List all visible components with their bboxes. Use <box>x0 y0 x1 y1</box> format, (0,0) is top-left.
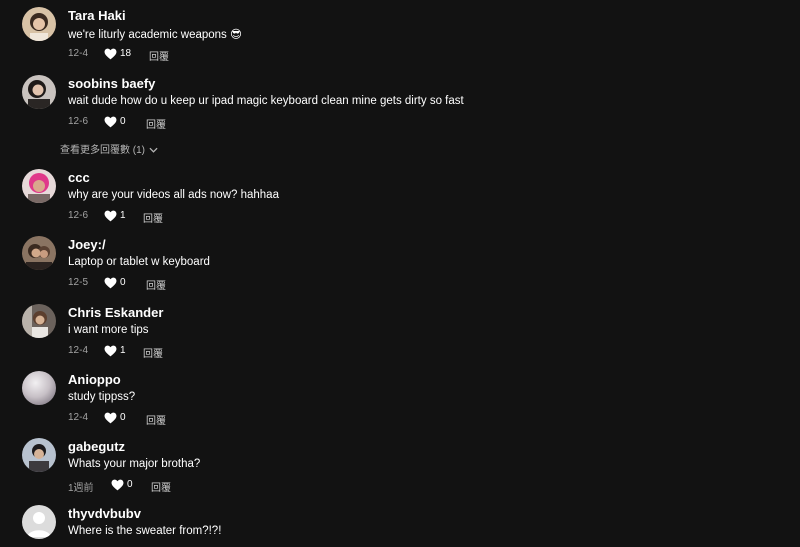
comment-date: 12-4 <box>68 412 89 423</box>
like-count: 0 <box>127 479 133 490</box>
avatar[interactable] <box>22 75 56 109</box>
heart-outline-icon <box>104 210 117 222</box>
avatar[interactable] <box>22 236 56 270</box>
comment-username[interactable]: soobins baefy <box>68 76 155 91</box>
comment-item: gabegutz Whats your major brotha? 1週前 0 … <box>0 438 800 498</box>
comment-text: Where is the sweater from?!?! <box>68 525 222 537</box>
avatar[interactable] <box>22 438 56 472</box>
comment-date: 12-4 <box>68 345 89 356</box>
heart-outline-icon <box>104 48 117 60</box>
avatar[interactable] <box>22 505 56 539</box>
heart-outline-icon <box>104 277 117 289</box>
view-more-replies-label: 查看更多回覆數 (1) <box>60 145 145 156</box>
like-count: 0 <box>120 116 126 127</box>
comment-text: study tippss? <box>68 391 136 403</box>
reply-button[interactable]: 回覆 <box>143 210 163 225</box>
reply-button[interactable]: 回覆 <box>146 116 166 131</box>
heart-outline-icon <box>104 412 117 424</box>
like-count: 0 <box>120 412 126 423</box>
view-more-replies-button[interactable]: 查看更多回覆數 (1) <box>60 141 158 156</box>
comment-item: soobins baefy wait dude how do u keep ur… <box>0 75 800 135</box>
comment-item: Chris Eskander i want more tips 12-4 1 回… <box>0 304 800 364</box>
comment-username[interactable]: Tara Haki <box>68 8 126 23</box>
comment-username[interactable]: Anioppo <box>68 372 121 387</box>
reply-button[interactable]: 回覆 <box>151 479 171 494</box>
avatar[interactable] <box>22 304 56 338</box>
comment-text: Whats your major brotha? <box>68 458 201 470</box>
avatar[interactable] <box>22 169 56 203</box>
chevron-down-icon <box>149 148 158 154</box>
comment-username[interactable]: thyvdvbubv <box>68 506 141 521</box>
comment-text: Laptop or tablet w keyboard <box>68 256 210 268</box>
reply-button[interactable]: 回覆 <box>146 412 166 427</box>
reply-button[interactable]: 回覆 <box>146 277 166 292</box>
comment-username[interactable]: ccc <box>68 170 90 185</box>
comment-username[interactable]: Joey:/ <box>68 237 106 252</box>
avatar[interactable] <box>22 7 56 41</box>
like-count: 1 <box>120 345 126 356</box>
comment-item: thyvdvbubv Where is the sweater from?!?! <box>0 505 800 547</box>
comment-text: we're liturly academic weapons 😎 <box>68 29 242 41</box>
comment-username[interactable]: gabegutz <box>68 439 125 454</box>
comment-date: 12-6 <box>68 116 89 127</box>
reply-button[interactable]: 回覆 <box>143 345 163 360</box>
heart-outline-icon <box>104 345 117 357</box>
like-count: 0 <box>120 277 126 288</box>
comment-date: 12-4 <box>68 48 89 59</box>
comment-date: 1週前 <box>68 483 94 494</box>
heart-outline-icon <box>111 479 124 491</box>
comment-item: Joey:/ Laptop or tablet w keyboard 12-5 … <box>0 236 800 296</box>
comment-item: Anioppo study tippss? 12-4 0 回覆 <box>0 371 800 431</box>
reply-button[interactable]: 回覆 <box>149 48 169 63</box>
comment-item: ccc why are your videos all ads now? hah… <box>0 169 800 229</box>
like-count: 18 <box>120 48 132 59</box>
comment-text: why are your videos all ads now? hahhaa <box>68 189 279 201</box>
heart-outline-icon <box>104 116 117 128</box>
comment-item: Tara Haki we're liturly academic weapons… <box>0 7 800 67</box>
comment-text: i want more tips <box>68 324 149 336</box>
comment-list: Tara Haki we're liturly academic weapons… <box>0 0 800 547</box>
comment-text: wait dude how do u keep ur ipad magic ke… <box>68 95 464 107</box>
comment-username[interactable]: Chris Eskander <box>68 305 163 320</box>
avatar[interactable] <box>22 371 56 405</box>
like-count: 1 <box>120 210 126 221</box>
comment-date: 12-5 <box>68 277 89 288</box>
comment-date: 12-6 <box>68 210 89 221</box>
